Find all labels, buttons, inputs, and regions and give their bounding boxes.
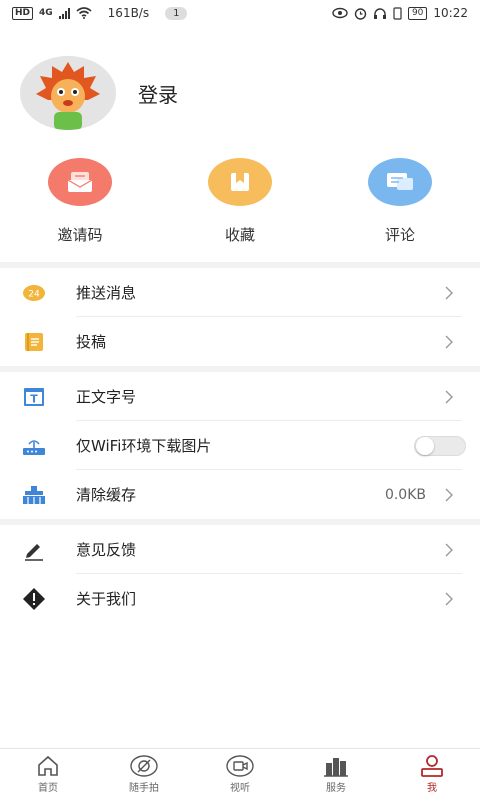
home-icon — [38, 755, 58, 776]
battery-indicator: 90 — [407, 6, 428, 20]
nav-video-label: 视听 — [230, 783, 250, 794]
feedback-label: 意见反馈 — [76, 541, 137, 559]
profile-header[interactable]: 登录 — [20, 56, 178, 130]
contribute-label: 投稿 — [76, 333, 107, 351]
wifi-icon — [76, 7, 92, 19]
info-diamond-icon — [22, 587, 46, 611]
camera-snap-icon — [130, 755, 158, 777]
chevron-right-icon — [445, 286, 453, 299]
about-us-label: 关于我们 — [76, 590, 137, 608]
eye-icon — [332, 7, 348, 19]
hd-indicator: HD — [12, 6, 34, 20]
sim-icon — [393, 6, 402, 20]
toggle-knob — [416, 436, 434, 455]
avatar[interactable] — [20, 56, 116, 130]
comment-icon — [368, 158, 432, 206]
nav-services-label: 服务 — [326, 783, 346, 794]
router-icon — [22, 434, 46, 458]
nav-me[interactable]: 我 — [384, 749, 480, 800]
wifi-images-row: 仅WiFi环境下载图片 — [0, 421, 480, 470]
nav-services[interactable]: 服务 — [288, 749, 384, 800]
text-format-icon: T — [22, 385, 46, 409]
feedback-row[interactable]: 意见反馈 — [0, 525, 480, 574]
cache-size-value: 0.0KB — [384, 486, 426, 503]
signal-bars-icon — [58, 7, 70, 19]
push-badge-icon: 24 — [22, 281, 46, 305]
chevron-right-icon — [445, 592, 453, 605]
favorites-label: 收藏 — [224, 226, 255, 244]
notification-count: 1 — [165, 6, 188, 20]
wifi-images-toggle[interactable] — [414, 435, 466, 456]
video-icon — [226, 755, 254, 777]
nav-me-label: 我 — [427, 783, 437, 794]
bookmark-icon — [208, 158, 272, 206]
comments-label: 评论 — [384, 226, 415, 244]
buildings-icon — [324, 758, 348, 777]
push-messages-row[interactable]: 24 推送消息 — [0, 268, 480, 317]
bottom-nav: 首页 随手拍 视听 服务 我 — [0, 748, 480, 800]
chevron-right-icon — [445, 543, 453, 556]
clear-cache-row[interactable]: 清除缓存 0.0KB — [0, 470, 480, 519]
network-type: 4G — [39, 8, 53, 18]
broom-icon — [22, 483, 46, 507]
alarm-icon — [354, 7, 367, 20]
font-size-row[interactable]: T 正文字号 — [0, 372, 480, 421]
chevron-right-icon — [445, 335, 453, 348]
comments-button[interactable]: 评论 — [320, 158, 480, 245]
favorites-button[interactable]: 收藏 — [160, 158, 320, 245]
svg-text:T: T — [30, 392, 38, 405]
login-label[interactable]: 登录 — [138, 79, 178, 108]
clock: 10:22 — [433, 6, 468, 20]
nav-video[interactable]: 视听 — [192, 749, 288, 800]
network-speed: 161B/s — [107, 6, 150, 20]
nav-home[interactable]: 首页 — [0, 749, 96, 800]
about-us-row[interactable]: 关于我们 — [0, 574, 480, 623]
invite-code-button[interactable]: 邀请码 — [0, 158, 160, 245]
profile-icon — [421, 755, 443, 777]
chevron-right-icon — [445, 488, 453, 501]
status-bar: HD 4G 161B/s 1 90 10:22 — [0, 0, 480, 26]
nav-home-label: 首页 — [38, 783, 58, 794]
invite-code-label: 邀请码 — [57, 226, 103, 244]
invite-icon — [48, 158, 112, 206]
chevron-right-icon — [445, 390, 453, 403]
headphones-icon — [373, 7, 386, 19]
nav-snapshot[interactable]: 随手拍 — [96, 749, 192, 800]
nav-snapshot-label: 随手拍 — [129, 783, 159, 794]
font-size-label: 正文字号 — [76, 388, 137, 406]
push-badge-number: 24 — [28, 289, 40, 299]
document-icon — [22, 330, 46, 354]
quick-actions: 邀请码 收藏 评论 — [0, 158, 480, 245]
wifi-images-label: 仅WiFi环境下载图片 — [76, 437, 212, 455]
push-messages-label: 推送消息 — [76, 284, 137, 302]
edit-pen-icon — [22, 538, 46, 562]
contribute-row[interactable]: 投稿 — [0, 317, 480, 366]
clear-cache-label: 清除缓存 — [76, 486, 137, 504]
